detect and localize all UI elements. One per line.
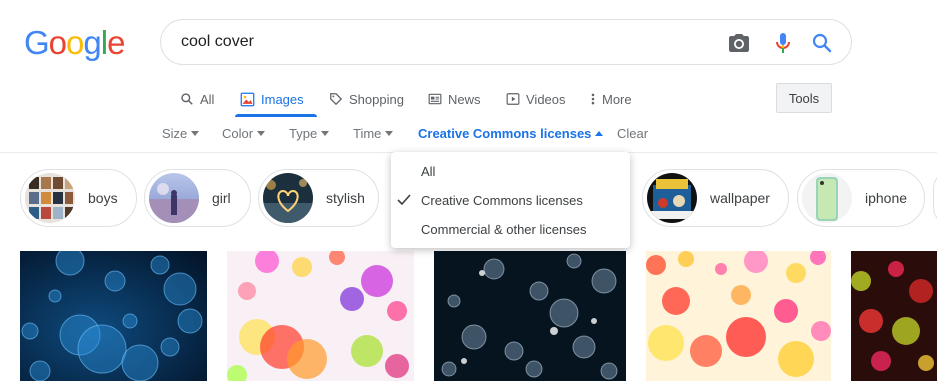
filter-time[interactable]: Time [353,126,394,141]
vertical-dots-icon [591,93,595,105]
image-result[interactable] [646,249,831,381]
caret-up-icon [595,131,604,136]
filter-label: Time [353,126,382,141]
image-result[interactable] [20,246,207,381]
image-icon [240,92,255,106]
tab-label: News [448,91,481,107]
logo-letter: o [66,24,84,61]
chip-thumbnail [263,173,313,223]
chip-label: stylish [326,190,365,206]
filter-label: Type [289,126,318,141]
menu-item-label: Commercial & other licenses [421,222,587,237]
chip-label: girl [212,190,231,206]
chip-partial[interactable] [933,169,937,227]
tab-news[interactable]: News [428,87,481,111]
menu-item-label: Creative Commons licenses [421,193,583,208]
filter-color[interactable]: Color [222,126,266,141]
tab-shopping[interactable]: Shopping [329,87,404,111]
menu-item-all-licenses[interactable]: All [391,157,630,186]
chip-thumbnail [149,173,199,223]
tab-images[interactable]: Images [240,87,304,111]
image-result[interactable] [434,251,626,381]
chip-label: iphone [865,190,908,206]
search-input[interactable]: cool cover [181,33,254,51]
menu-item-label: All [421,164,436,179]
tab-all[interactable]: All [180,87,214,111]
filter-label: Size [162,126,188,141]
filter-label: Clear [617,126,649,141]
logo-letter: o [48,24,67,61]
filter-label: Color [222,126,254,141]
filter-usage-rights[interactable]: Creative Commons licenses [418,126,604,141]
chip-girl[interactable]: girl [144,169,251,227]
caret-down-icon [385,131,394,136]
tab-label: All [200,91,215,107]
tab-videos[interactable]: Videos [506,87,566,111]
tab-label: Images [261,91,304,107]
filter-type[interactable]: Type [289,126,330,141]
chip-label: wallpaper [710,190,770,206]
search-icon[interactable] [810,31,834,55]
chip-wallpaper[interactable]: wallpaper [642,169,789,227]
chip-thumbnail [25,173,75,223]
chip-stylish[interactable]: stylish [258,169,379,227]
google-logo[interactable]: Google [24,24,125,62]
microphone-icon[interactable] [771,31,795,55]
camera-icon[interactable] [727,31,751,55]
tab-label: More [602,91,632,107]
image-result[interactable] [227,249,414,381]
chip-iphone[interactable]: iphone [797,169,925,227]
caret-down-icon [257,131,266,136]
chip-label: boys [88,190,118,206]
image-result[interactable] [851,251,937,381]
checkmark-icon [397,194,411,206]
logo-letter: G [24,24,50,61]
filter-clear[interactable]: Clear [617,126,648,141]
menu-item-creative-commons[interactable]: Creative Commons licenses [391,186,630,215]
chip-thumbnail [802,173,852,223]
active-tab-indicator [235,114,317,117]
caret-down-icon [321,131,330,136]
caret-down-icon [191,131,200,136]
tag-icon [330,93,343,106]
logo-letter: e [107,24,125,61]
play-icon [506,93,520,105]
tools-button[interactable]: Tools [776,83,832,113]
newspaper-icon [428,93,442,105]
logo-letter: g [83,24,101,61]
chip-boys[interactable]: boys [20,169,137,227]
tab-more[interactable]: More [590,87,632,111]
filter-label: Creative Commons licenses [418,126,592,141]
search-box[interactable]: cool cover [160,19,852,65]
tab-label: Shopping [349,91,404,107]
chip-thumbnail [647,173,697,223]
tab-label: Videos [526,91,566,107]
filter-size[interactable]: Size [162,126,200,141]
search-icon [181,93,193,105]
license-dropdown-menu: All Creative Commons licenses Commercial… [391,152,630,248]
menu-item-commercial-licenses[interactable]: Commercial & other licenses [391,215,630,244]
